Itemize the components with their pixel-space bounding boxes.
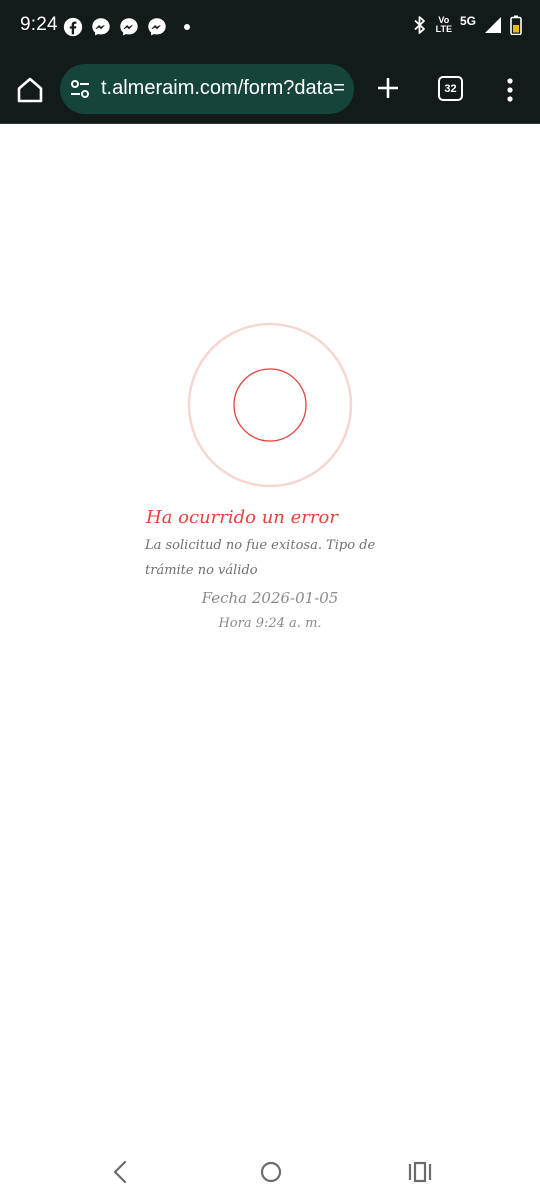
tab-switcher-button[interactable]: 32 [438, 76, 463, 101]
more-menu-button[interactable] [500, 74, 520, 106]
messenger-icon [120, 18, 138, 36]
home-nav-button[interactable] [257, 1158, 285, 1186]
navigation-bar [0, 1145, 540, 1200]
page-content: Ha ocurrido un error La solicitud no fue… [0, 125, 540, 1145]
signal-icon [485, 17, 501, 33]
site-settings-icon[interactable] [69, 78, 91, 100]
error-message: La solicitud no fue exitosa. Tipo de trá… [145, 538, 376, 578]
error-title: Ha ocurrido un error [146, 507, 338, 528]
address-bar[interactable]: t.almeraim.com/form?data= [60, 64, 354, 114]
recents-button[interactable] [405, 1158, 435, 1186]
bluetooth-icon [414, 16, 425, 34]
facebook-icon [63, 17, 83, 37]
more-notifications-dot [184, 24, 190, 30]
volte-indicator: Vo LTE [436, 16, 452, 34]
status-bar: 9:24 Vo LTE 5G [0, 0, 540, 54]
home-button[interactable] [14, 74, 46, 106]
notification-icons [62, 16, 190, 38]
messenger-icon [92, 18, 110, 36]
url-text[interactable]: t.almeraim.com/form?data= [101, 77, 348, 100]
messenger-icon [148, 18, 166, 36]
browser-toolbar: t.almeraim.com/form?data= 32 [0, 54, 540, 124]
system-icons: Vo LTE 5G [412, 14, 522, 35]
new-tab-button[interactable] [372, 72, 404, 104]
error-circle-icon [187, 322, 353, 488]
status-time: 9:24 [20, 14, 58, 35]
back-button[interactable] [106, 1158, 134, 1186]
error-time: Hora 9:24 a. m. [218, 616, 322, 631]
error-date: Fecha 2026-01-05 [201, 589, 339, 607]
tab-count: 32 [444, 82, 457, 95]
battery-icon [510, 15, 522, 35]
volte-bottom-label: LTE [435, 24, 452, 34]
network-type-label: 5G [459, 14, 476, 28]
